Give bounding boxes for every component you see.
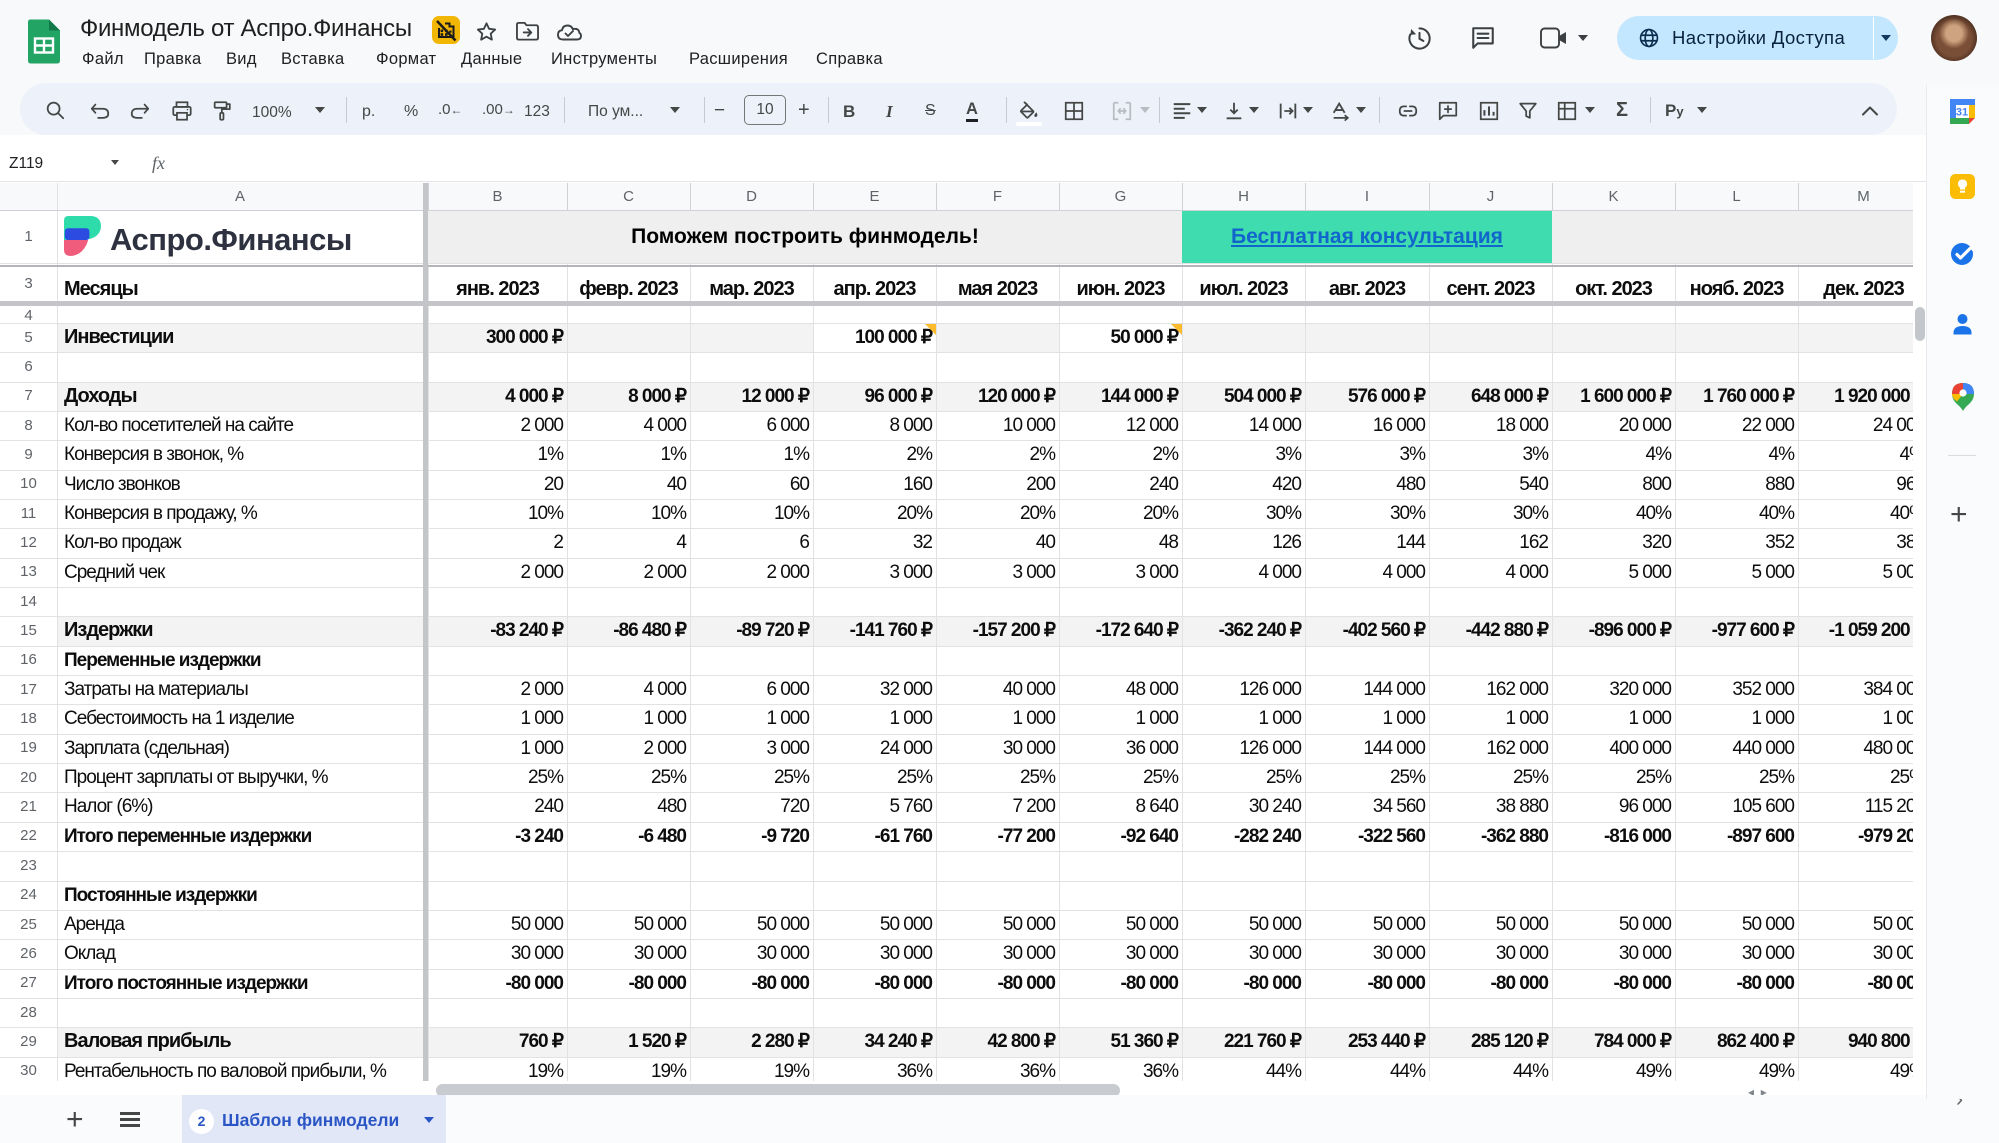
svg-text:31: 31 bbox=[1956, 107, 1968, 119]
